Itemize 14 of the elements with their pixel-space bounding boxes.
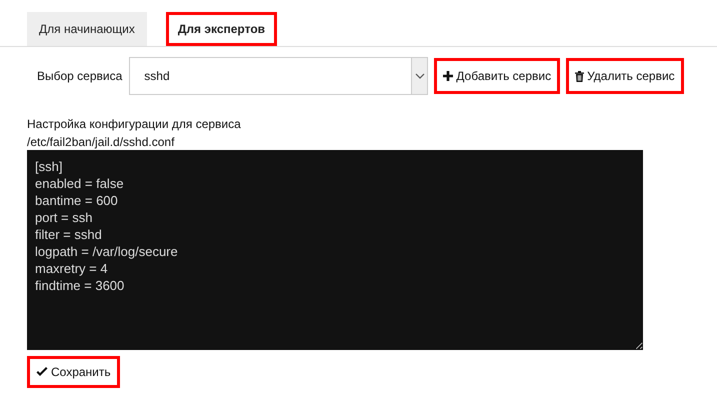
checkmark-icon xyxy=(36,367,48,377)
section-title: Настройка конфигурации для сервиса xyxy=(27,116,242,133)
save-button[interactable]: Сохранить xyxy=(27,356,120,388)
file-path: /etc/fail2ban/jail.d/sshd.conf xyxy=(27,134,176,150)
field-label: Выбор сервиса xyxy=(37,68,122,85)
chevron-down-icon xyxy=(414,73,425,79)
add-button[interactable]: Добавить сервис xyxy=(434,58,560,94)
tab[interactable]: Для начинающих xyxy=(27,12,147,46)
service-select[interactable]: sshd xyxy=(129,57,428,95)
plus-icon xyxy=(443,71,454,81)
config-editor[interactable]: [ssh] enabled = false bantime = 600 port = ssh filter = sshd logpath = /var/log/secure maxretry = 4 findtime = 3600 xyxy=(27,150,643,350)
tab[interactable]: Для экспертов xyxy=(166,12,278,46)
delete-button[interactable]: Удалить сервис xyxy=(566,58,684,94)
trash-icon xyxy=(575,70,584,82)
